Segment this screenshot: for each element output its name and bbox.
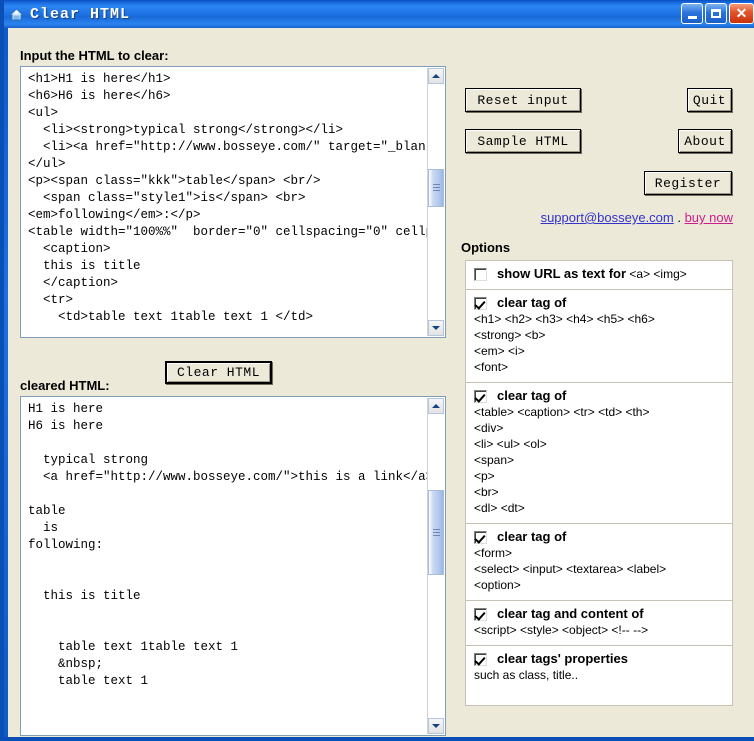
- option-tag-list: <h1> <h2> <h3> <h4> <h5> <h6><strong> <b…: [466, 311, 732, 375]
- input-section-label: Input the HTML to clear:: [20, 48, 169, 63]
- option-tag-line: <option>: [474, 577, 732, 593]
- support-email-link[interactable]: support@bosseye.com: [541, 210, 674, 225]
- option-tag-list: <form><select> <input> <textarea> <label…: [466, 545, 732, 593]
- output-section-label: cleared HTML:: [20, 378, 110, 393]
- options-label: Options: [461, 240, 510, 255]
- option-tag-line: <div>: [474, 420, 732, 436]
- option-tag-line: <span>: [474, 452, 732, 468]
- option-checkbox[interactable]: [474, 531, 487, 544]
- register-button[interactable]: Register: [644, 171, 732, 195]
- support-links: support@bosseye.com . buy now: [465, 210, 733, 225]
- maximize-icon[interactable]: [705, 3, 727, 24]
- about-button[interactable]: About: [678, 129, 732, 153]
- option-group: clear tags' propertiessuch as class, tit…: [466, 646, 732, 690]
- option-title-tags: <a> <img>: [626, 267, 687, 281]
- reset-input-button[interactable]: Reset input: [465, 88, 581, 112]
- title-bar: Clear HTML ✕: [4, 0, 754, 28]
- options-panel: show URL as text for <a> <img> clear tag …: [465, 260, 733, 706]
- quit-button[interactable]: Quit: [687, 88, 732, 112]
- output-scroll-track[interactable]: [428, 414, 444, 718]
- option-tag-line: <strong> <b>: [474, 327, 732, 343]
- option-title: clear tag of: [497, 388, 566, 404]
- close-icon[interactable]: ✕: [729, 3, 754, 24]
- option-group: show URL as text for <a> <img>: [466, 261, 732, 290]
- option-tag-line: <li> <ul> <ol>: [474, 436, 732, 452]
- application-window: Clear HTML ✕ Input the HTML to clear: <h…: [0, 0, 754, 741]
- input-html-textarea[interactable]: <h1>H1 is here</h1> <h6>H6 is here</h6> …: [20, 66, 446, 338]
- scroll-up-icon[interactable]: [428, 68, 444, 84]
- scroll-up-icon[interactable]: [428, 398, 444, 414]
- option-group: clear tag of<form><select> <input> <text…: [466, 524, 732, 601]
- output-vertical-scrollbar[interactable]: [427, 398, 444, 734]
- scroll-down-icon[interactable]: [428, 718, 444, 734]
- input-vertical-scrollbar[interactable]: [427, 68, 444, 336]
- scroll-down-icon[interactable]: [428, 320, 444, 336]
- option-tag-line: <font>: [474, 359, 732, 375]
- option-checkbox[interactable]: [474, 653, 487, 666]
- option-header: clear tag of: [466, 529, 732, 545]
- option-tag-line: <br>: [474, 484, 732, 500]
- option-tag-line: <em> <i>: [474, 343, 732, 359]
- option-tag-line: <h1> <h2> <h3> <h4> <h5> <h6>: [474, 311, 732, 327]
- option-tag-line: <p>: [474, 468, 732, 484]
- sample-html-button[interactable]: Sample HTML: [465, 129, 581, 153]
- option-title: clear tags' properties: [497, 651, 628, 667]
- option-checkbox[interactable]: [474, 608, 487, 621]
- option-title: clear tag of: [497, 529, 566, 545]
- minimize-icon[interactable]: [681, 3, 703, 24]
- buy-now-link[interactable]: buy now: [685, 210, 733, 225]
- input-html-text: <h1>H1 is here</h1> <h6>H6 is here</h6> …: [22, 68, 427, 336]
- option-checkbox[interactable]: [474, 297, 487, 310]
- caption-button-group: ✕: [681, 3, 754, 24]
- cleared-html-text: H1 is here H6 is here typical strong <a …: [22, 398, 427, 734]
- option-group: clear tag and content of<script> <style>…: [466, 601, 732, 646]
- option-tag-line: <dl> <dt>: [474, 500, 732, 516]
- option-header: clear tags' properties: [466, 651, 732, 667]
- option-header: show URL as text for <a> <img>: [466, 266, 732, 282]
- clear-html-button[interactable]: Clear HTML: [165, 361, 272, 384]
- input-scroll-thumb[interactable]: [428, 169, 444, 207]
- option-title: show URL as text for <a> <img>: [497, 266, 687, 282]
- input-scroll-track[interactable]: [428, 84, 444, 320]
- option-checkbox[interactable]: [474, 268, 487, 281]
- window-title: Clear HTML: [30, 6, 130, 23]
- option-tag-line: <script> <style> <object> <!-- -->: [474, 622, 732, 638]
- option-tag-line: such as class, title..: [474, 667, 732, 683]
- option-tag-line: <select> <input> <textarea> <label>: [474, 561, 732, 577]
- option-header: clear tag and content of: [466, 606, 732, 622]
- option-header: clear tag of: [466, 388, 732, 404]
- link-separator: .: [674, 210, 685, 225]
- option-header: clear tag of: [466, 295, 732, 311]
- cleared-html-textarea[interactable]: H1 is here H6 is here typical strong <a …: [20, 396, 446, 736]
- option-tag-list: <table> <caption> <tr> <td> <th><div><li…: [466, 404, 732, 516]
- option-tag-line: <table> <caption> <tr> <td> <th>: [474, 404, 732, 420]
- option-group: clear tag of<table> <caption> <tr> <td> …: [466, 383, 732, 524]
- option-group: clear tag of<h1> <h2> <h3> <h4> <h5> <h6…: [466, 290, 732, 383]
- option-checkbox[interactable]: [474, 390, 487, 403]
- client-area: Input the HTML to clear: <h1>H1 is here<…: [8, 28, 754, 737]
- app-globe-icon: [8, 6, 25, 23]
- option-tag-list: <script> <style> <object> <!-- -->: [466, 622, 732, 638]
- option-tag-line: <form>: [474, 545, 732, 561]
- option-title: clear tag and content of: [497, 606, 644, 622]
- output-scroll-thumb[interactable]: [428, 490, 444, 575]
- option-tag-list: such as class, title..: [466, 667, 732, 683]
- option-title: clear tag of: [497, 295, 566, 311]
